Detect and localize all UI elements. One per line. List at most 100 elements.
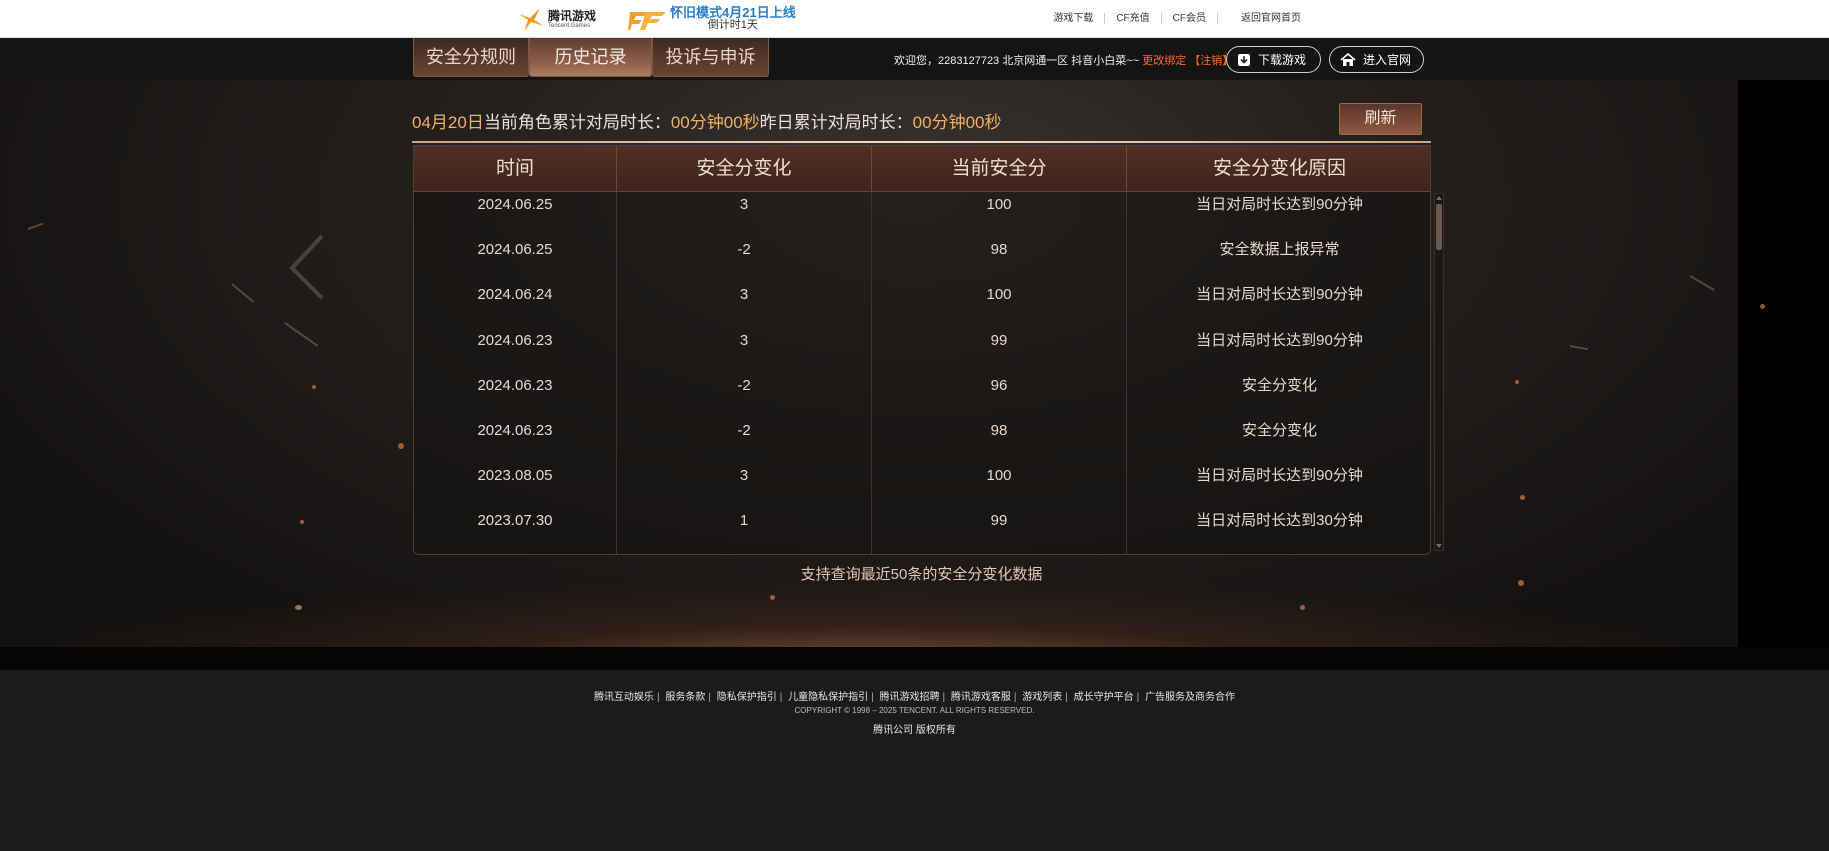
cell-time: 2024.06.23 bbox=[414, 327, 617, 373]
scrollbar-thumb[interactable] bbox=[1436, 204, 1442, 250]
table-row: 2024.06.25 -2 98 安全数据上报异常 bbox=[414, 237, 1430, 283]
summary-today-value: 00分钟00秒 bbox=[670, 113, 760, 132]
cell-reason: 当日对局时长达到30分钟 bbox=[1196, 512, 1363, 530]
cell-reason: 安全分变化 bbox=[1241, 376, 1317, 394]
spark-decoration bbox=[398, 443, 404, 449]
spark-decoration bbox=[1760, 304, 1765, 309]
streak-decoration bbox=[231, 283, 255, 303]
change-bind-link[interactable]: 更改绑定 bbox=[1142, 55, 1186, 67]
header-score-change: 安全分变化 bbox=[617, 146, 872, 191]
table-row: 2023.08.05 3 100 当日对局时长达到90分钟 bbox=[414, 463, 1430, 509]
history-table: 时间 安全分变化 当前安全分 安全分变化原因 2024.06.25 3 100 … bbox=[413, 145, 1431, 555]
play-time-summary: 04月20日当前角色累计对局时长：00分钟00秒昨日累计对局时长：00分钟00秒 bbox=[412, 108, 1001, 133]
welcome-text: 欢迎您，2283127723 北京网通一区 抖音小白菜~~ 更改绑定 【注销】 bbox=[894, 52, 1233, 68]
footer-link[interactable]: 成长守护平台 bbox=[1071, 692, 1137, 703]
table-row: 2023.07.30 1 99 当日对局时长达到30分钟 bbox=[414, 508, 1430, 554]
header-current-score: 当前安全分 bbox=[872, 146, 1127, 191]
tencent-games-cn: 腾讯游戏 bbox=[548, 8, 597, 23]
cell-change: -2 bbox=[617, 237, 872, 283]
cell-score: 100 bbox=[872, 282, 1127, 328]
left-chevron-decoration-icon bbox=[289, 234, 324, 300]
background-band bbox=[0, 647, 1829, 670]
tab-complaint-appeal[interactable]: 投诉与申诉 bbox=[652, 38, 769, 77]
scroll-down-icon[interactable] bbox=[1436, 544, 1442, 548]
footer-links: 腾讯互动娱乐 | 服务条款 | 隐私保护指引 | 儿童隐私保护指引 | 腾讯游戏招聘 | … bbox=[0, 688, 1829, 703]
cell-time: 2023.08.05 bbox=[414, 463, 617, 509]
cell-time: 2024.06.25 bbox=[414, 192, 617, 238]
cell-time: 2024.06.24 bbox=[414, 282, 617, 328]
cell-reason: 当日对局时长达到90分钟 bbox=[1196, 331, 1363, 349]
top-links: 游戏下载 CF充值 CF会员 返回官网首页 bbox=[1042, 13, 1301, 24]
cell-change: 3 bbox=[617, 192, 872, 238]
main-area: 04月20日当前角色累计对局时长：00分钟00秒昨日累计对局时长：00分钟00秒… bbox=[0, 80, 1829, 670]
top-bar: 腾讯游戏 Tencent Games 怀旧模式4月21日上线 倒计时1天 游戏下… bbox=[0, 0, 1829, 38]
link-cf-recharge[interactable]: CF充值 bbox=[1105, 13, 1162, 24]
query-limit-note: 支持查询最近50条的安全分变化数据 bbox=[800, 566, 1043, 583]
streak-decoration bbox=[284, 322, 319, 347]
link-back-home[interactable]: 返回官网首页 bbox=[1230, 13, 1301, 24]
summary-today-label: 当前角色累计对局时长： bbox=[483, 113, 671, 132]
tencent-games-logo[interactable]: 腾讯游戏 Tencent Games bbox=[516, 6, 596, 32]
footer-link[interactable]: 游戏列表 bbox=[1019, 692, 1065, 703]
promo-banner[interactable]: 怀旧模式4月21日上线 倒计时1天 bbox=[670, 6, 796, 31]
cell-time: 2023.07.30 bbox=[414, 508, 617, 554]
welcome-user: 欢迎您，2283127723 北京网通一区 抖音小白菜~~ bbox=[894, 55, 1140, 67]
tab-safety-rules[interactable]: 安全分规则 bbox=[413, 38, 529, 77]
tencent-games-en: Tencent Games bbox=[548, 22, 591, 29]
table-header: 时间 安全分变化 当前安全分 安全分变化原因 bbox=[414, 146, 1430, 192]
table-body: 2024.06.25 3 100 当日对局时长达到90分钟 2024.06.25… bbox=[414, 192, 1430, 554]
footer-link[interactable]: 腾讯互动娱乐 bbox=[591, 692, 657, 703]
cell-score: 99 bbox=[872, 327, 1127, 373]
streak-decoration bbox=[1569, 345, 1588, 351]
rights-reserved: 腾讯公司 版权所有 bbox=[873, 725, 956, 736]
cell-reason: 安全数据上报异常 bbox=[1219, 241, 1340, 259]
streak-decoration bbox=[27, 222, 44, 230]
refresh-button[interactable]: 刷新 bbox=[1339, 103, 1422, 135]
spark-decoration bbox=[1300, 605, 1305, 610]
scroll-up-icon[interactable] bbox=[1436, 196, 1442, 200]
table-scrollbar[interactable] bbox=[1434, 193, 1444, 551]
footer-link[interactable]: 腾讯游戏招聘 bbox=[877, 692, 943, 703]
promo-countdown: 倒计时1天 bbox=[707, 18, 758, 31]
footer-link[interactable]: 隐私保护指引 bbox=[714, 692, 780, 703]
summary-date: 04月20日 bbox=[412, 113, 484, 132]
cell-time: 2024.06.25 bbox=[414, 237, 617, 283]
cell-reason: 当日对局时长达到90分钟 bbox=[1196, 196, 1363, 213]
download-game-button[interactable]: 下载游戏 bbox=[1226, 46, 1321, 73]
table-row: 2024.06.23 3 99 当日对局时长达到90分钟 bbox=[414, 327, 1430, 373]
cell-score: 96 bbox=[872, 372, 1127, 418]
footer: 腾讯互动娱乐 | 服务条款 | 隐私保护指引 | 儿童隐私保护指引 | 腾讯游戏招聘 | … bbox=[0, 670, 1829, 851]
cell-reason: 安全分变化 bbox=[1241, 421, 1317, 439]
cell-score: 99 bbox=[872, 508, 1127, 554]
footer-link[interactable]: 广告服务及商务合作 bbox=[1142, 692, 1238, 703]
enter-official-button[interactable]: 进入官网 bbox=[1329, 46, 1424, 73]
summary-yesterday-label: 昨日累计对局时长： bbox=[759, 113, 913, 132]
header-time: 时间 bbox=[414, 146, 617, 191]
link-cf-member[interactable]: CF会员 bbox=[1162, 13, 1218, 24]
cf-logo-icon[interactable] bbox=[628, 6, 668, 32]
promo-line1: 怀旧模式4月21日上线 bbox=[670, 5, 796, 20]
cell-score: 100 bbox=[872, 192, 1127, 238]
spark-decoration bbox=[295, 605, 302, 610]
spark-decoration bbox=[1520, 495, 1525, 500]
spark-decoration bbox=[770, 595, 775, 600]
table-row: 2024.06.24 3 100 当日对局时长达到90分钟 bbox=[414, 282, 1430, 328]
nav-bar: 安全分规则 历史记录 投诉与申诉 欢迎您，2283127723 北京网通一区 抖… bbox=[0, 38, 1829, 80]
cell-reason: 当日对局时长达到90分钟 bbox=[1196, 467, 1363, 485]
tab-history[interactable]: 历史记录 bbox=[529, 38, 652, 77]
table-row: 2024.06.23 -2 98 安全分变化 bbox=[414, 417, 1430, 464]
copyright: COPYRIGHT © 1998 – 2025 TENCENT. ALL RIG… bbox=[794, 706, 1035, 715]
footer-link[interactable]: 腾讯游戏客服 bbox=[948, 692, 1014, 703]
cell-change: 3 bbox=[617, 327, 872, 373]
footer-link[interactable]: 儿童隐私保护指引 bbox=[785, 692, 871, 703]
spark-decoration bbox=[300, 520, 304, 524]
cell-score: 98 bbox=[872, 417, 1127, 464]
spark-decoration bbox=[1515, 380, 1519, 384]
table-row: 2024.06.23 -2 96 安全分变化 bbox=[414, 372, 1430, 418]
download-icon bbox=[1238, 53, 1250, 66]
footer-link[interactable]: 服务条款 bbox=[662, 692, 708, 703]
cell-change: 1 bbox=[617, 508, 872, 554]
link-game-download[interactable]: 游戏下载 bbox=[1042, 13, 1106, 24]
home-icon bbox=[1340, 52, 1356, 66]
streak-decoration bbox=[1689, 275, 1715, 291]
